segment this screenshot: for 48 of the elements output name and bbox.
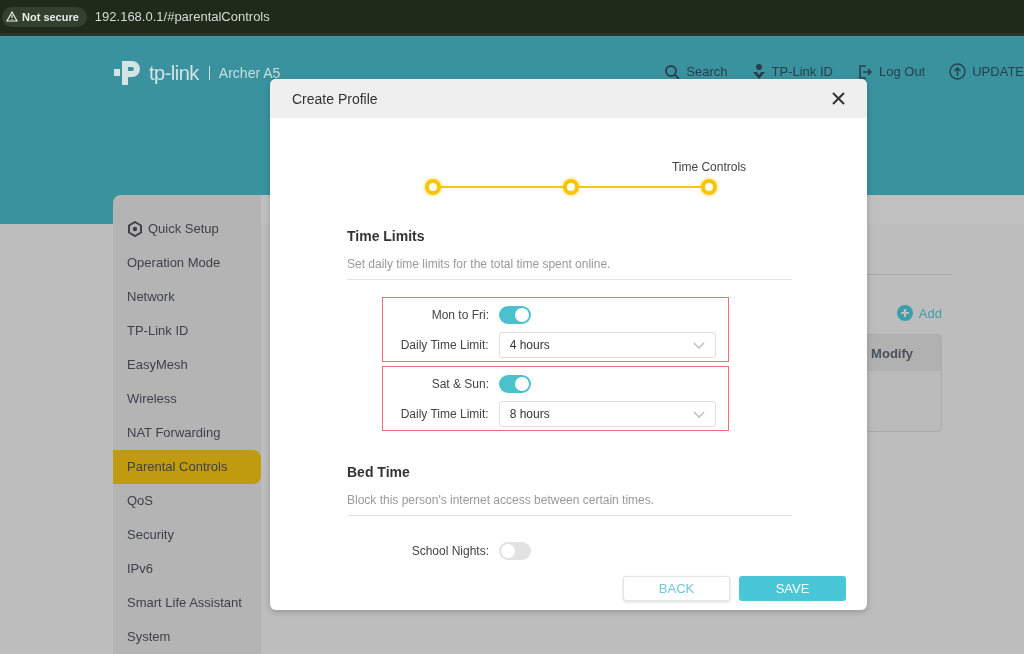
nav-link[interactable]: TP-Link ID	[751, 63, 833, 80]
section-description: Set daily time limits for the total time spent online.	[347, 257, 792, 280]
address-url[interactable]: 192.168.0.1/#parentalControls	[94, 9, 270, 24]
time-limit-dropdown[interactable]: 8 hours	[498, 401, 716, 427]
sidebar-item[interactable]: Quick Setup	[113, 212, 261, 246]
sidebar-item[interactable]: NAT Forwarding	[113, 416, 261, 450]
time-limit-dropdown[interactable]: 4 hours	[498, 332, 716, 358]
field-label: Daily Time Limit:	[399, 407, 489, 421]
brand-name: tp-link	[149, 61, 199, 85]
sidebar-item[interactable]: Wireless	[113, 382, 261, 416]
toggle-switch[interactable]	[499, 306, 531, 324]
step-label: Time Controls	[671, 160, 747, 174]
plus-icon	[896, 305, 913, 321]
security-badge[interactable]: Not secure	[2, 6, 87, 27]
logo-icon	[113, 58, 143, 88]
field-label: Daily Time Limit:	[399, 338, 489, 352]
nav-link[interactable]: UPDATE	[949, 63, 1024, 80]
sidebar-item[interactable]: Security	[113, 518, 261, 552]
warning-icon	[6, 11, 18, 22]
person-icon	[751, 63, 766, 80]
chevron-icon	[693, 410, 705, 418]
sidebar-item[interactable]: Network	[113, 280, 261, 314]
toggle-label: Mon to Fri:	[430, 308, 489, 322]
column-header: Modify	[871, 345, 913, 361]
sidebar-item[interactable]: EasyMesh	[113, 348, 261, 382]
nav-link[interactable]: Log Out	[856, 63, 926, 80]
sidebar-item[interactable]: Operation Mode	[113, 246, 261, 280]
sidebar-item[interactable]: System	[113, 620, 261, 654]
section-description: Block this person's internet access between certain times.	[347, 493, 792, 516]
toggle-switch[interactable]	[499, 542, 531, 560]
dialog-title: Create Profile	[292, 90, 378, 107]
sidebar-item[interactable]: TP-Link ID	[113, 314, 261, 348]
sidebar-item[interactable]: Smart Life Assistant	[113, 586, 261, 620]
logout-icon	[856, 63, 873, 80]
chevron-icon	[693, 341, 705, 349]
toggle-label: School Nights:	[410, 544, 489, 558]
section-title: Time Limits	[347, 228, 426, 244]
sidebar-item[interactable]: QoS	[113, 484, 261, 518]
sidebar-item[interactable]: IPv6	[113, 552, 261, 586]
toggle-label: Sat & Sun:	[430, 377, 489, 391]
sidebar-item[interactable]: Parental Controls	[113, 450, 261, 484]
section-title: Bed Time	[347, 464, 411, 480]
gear-icon	[127, 221, 143, 237]
search-icon	[664, 63, 681, 80]
upload-icon	[949, 63, 967, 80]
nav-link[interactable]: Search	[664, 63, 728, 80]
toggle-switch[interactable]	[499, 375, 531, 393]
close-button[interactable]	[832, 92, 845, 105]
